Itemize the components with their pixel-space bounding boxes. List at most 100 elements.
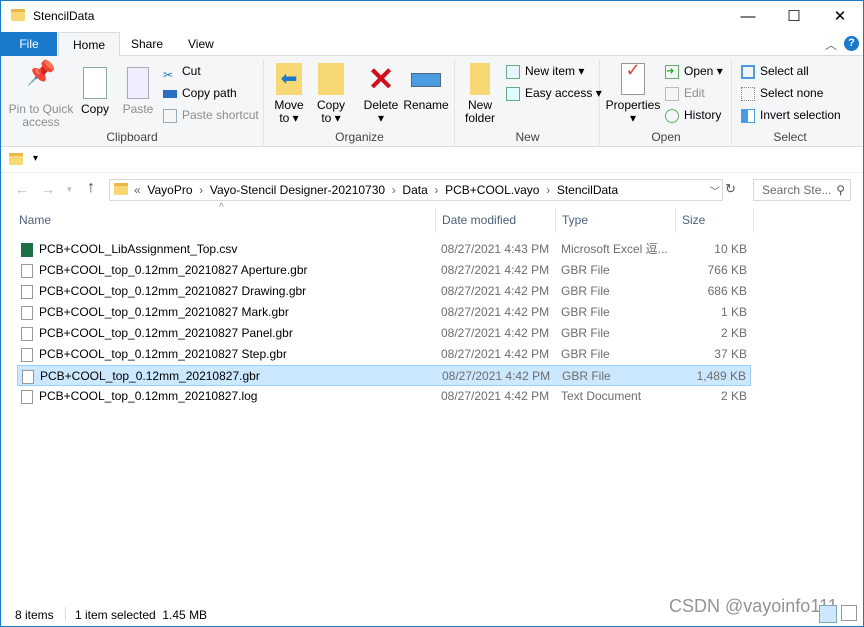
file-type: GBR File [561, 347, 610, 361]
file-row[interactable]: PCB+COOL_top_0.12mm_20210827.log 08/27/2… [17, 386, 751, 407]
breadcrumb-item[interactable]: Vayo-Stencil Designer-20210730 [210, 183, 385, 197]
copy-button[interactable]: Copy [77, 67, 113, 116]
select-none-button[interactable]: Select none [741, 83, 823, 103]
organize-group: ⬅ Move to ▾ Copy to ▾ ✕ Delete ▾ Rename O… [265, 59, 455, 147]
collapse-ribbon-icon[interactable]: ︿ [825, 36, 837, 53]
new-item-button[interactable]: New item ▾ [506, 61, 584, 81]
file-row[interactable]: PCB+COOL_top_0.12mm_20210827 Drawing.gbr… [17, 281, 751, 302]
file-name: PCB+COOL_LibAssignment_Top.csv [39, 242, 238, 256]
easy-access-button[interactable]: Easy access ▾ [506, 83, 602, 103]
paste-button[interactable]: Paste [119, 67, 157, 116]
help-icon[interactable]: ? [844, 36, 859, 51]
group-label: Clipboard [106, 130, 158, 144]
close-button[interactable]: ✕ [817, 1, 863, 32]
copy-path-icon [163, 89, 177, 98]
new-folder-button[interactable]: New folder [462, 63, 498, 125]
address-dropdown-icon[interactable]: ﹀ [710, 183, 720, 198]
invert-selection-icon [741, 108, 755, 123]
tab-share[interactable]: Share [117, 32, 177, 56]
pin-icon: 📌 [26, 60, 56, 87]
file-type: GBR File [561, 305, 610, 319]
column-name[interactable]: Name [19, 213, 51, 227]
tab-file[interactable]: File [1, 32, 57, 56]
breadcrumb-item[interactable]: StencilData [557, 183, 618, 197]
move-to-button[interactable]: ⬅ Move to ▾ [271, 63, 307, 125]
file-date: 08/27/2021 4:42 PM [441, 263, 550, 277]
rename-button[interactable]: Rename [403, 63, 449, 112]
file-type: GBR File [561, 284, 610, 298]
file-row[interactable]: PCB+COOL_top_0.12mm_20210827 Aperture.gb… [17, 260, 751, 281]
delete-button[interactable]: ✕ Delete ▾ [361, 63, 401, 125]
minimize-button[interactable]: — [725, 1, 771, 32]
new-item-icon [506, 64, 520, 79]
file-type: GBR File [561, 263, 610, 277]
watermark: CSDN @vayoinfo111 [669, 596, 838, 616]
column-date-modified[interactable]: Date modified [442, 213, 516, 227]
file-name: PCB+COOL_top_0.12mm_20210827 Aperture.gb… [39, 263, 308, 277]
file-icon [21, 285, 33, 299]
breadcrumb-item[interactable]: PCB+COOL.vayo [445, 183, 539, 197]
file-icon [21, 264, 33, 278]
properties-button[interactable]: ✓ Properties ▾ [605, 61, 661, 125]
breadcrumb-separator-icon[interactable]: › [539, 183, 556, 197]
paste-shortcut-button[interactable]: Paste shortcut [163, 105, 259, 125]
file-name: PCB+COOL_top_0.12mm_20210827 Mark.gbr [39, 305, 289, 319]
file-row[interactable]: PCB+COOL_top_0.12mm_20210827 Panel.gbr 0… [17, 323, 751, 344]
file-date: 08/27/2021 4:42 PM [442, 369, 551, 383]
copy-path-button[interactable]: Copy path [163, 83, 237, 103]
breadcrumb-separator-icon[interactable]: › [385, 183, 402, 197]
file-row[interactable]: PCB+COOL_LibAssignment_Top.csv 08/27/202… [17, 239, 751, 260]
move-to-icon: ⬅ [276, 63, 302, 95]
edit-button[interactable]: Edit [665, 83, 705, 103]
file-date: 08/27/2021 4:42 PM [441, 389, 550, 403]
details-view-button[interactable] [819, 605, 837, 623]
back-button[interactable]: ← [15, 181, 29, 197]
search-input[interactable]: Search Ste... ⚲ [753, 179, 851, 201]
tab-home[interactable]: Home [58, 32, 121, 57]
properties-icon: ✓ [621, 61, 645, 95]
status-item-count: 8 items [15, 608, 54, 622]
file-date: 08/27/2021 4:43 PM [441, 242, 550, 256]
group-label: Open [651, 130, 681, 144]
file-size: 1,489 KB [696, 369, 746, 383]
quick-access-dropdown[interactable]: ▾ [33, 153, 38, 164]
open-group: ✓ Properties ▾ ➜ Open ▾ Edit History Open [601, 59, 732, 147]
file-row[interactable]: PCB+COOL_top_0.12mm_20210827 Step.gbr 08… [17, 344, 751, 365]
delete-x-icon: ✕ [367, 61, 395, 97]
cut-button[interactable]: ✂ Cut [163, 61, 201, 82]
file-row[interactable]: PCB+COOL_top_0.12mm_20210827 Mark.gbr 08… [17, 302, 751, 323]
maximize-button[interactable]: ☐ [771, 1, 817, 32]
breadcrumb-item[interactable]: Data [402, 183, 427, 197]
up-button[interactable]: ↑ [87, 179, 95, 197]
file-type: Text Document [561, 389, 642, 403]
breadcrumb-separator-icon[interactable]: › [428, 183, 445, 197]
sort-ascending-icon: ^ [219, 202, 224, 213]
column-size[interactable]: Size [682, 213, 705, 227]
history-button[interactable]: History [665, 105, 721, 125]
file-size: 2 KB [720, 389, 747, 403]
open-button[interactable]: ➜ Open ▾ [665, 61, 723, 81]
group-label: Organize [335, 130, 384, 144]
pin-button[interactable]: 📌 Pin to Quick access [7, 60, 75, 129]
large-icons-view-button[interactable] [841, 605, 857, 621]
copy-to-button[interactable]: Copy to ▾ [313, 63, 349, 125]
breadcrumb-separator-icon[interactable]: › [193, 183, 210, 197]
file-size: 10 KB [714, 242, 747, 256]
recent-locations-dropdown[interactable]: ▾ [67, 184, 72, 195]
copy-to-icon [318, 63, 344, 95]
column-type[interactable]: Type [562, 213, 588, 227]
address-bar[interactable]: « VayoPro › Vayo-Stencil Designer-202107… [109, 179, 723, 201]
file-icon [21, 348, 33, 362]
tab-view[interactable]: View [174, 32, 228, 56]
file-icon [21, 306, 33, 320]
invert-selection-button[interactable]: Invert selection [741, 105, 841, 125]
refresh-icon[interactable]: ↻ [725, 181, 736, 197]
forward-button[interactable]: → [41, 181, 55, 197]
paste-icon [127, 67, 149, 99]
folder-icon [11, 9, 25, 21]
breadcrumb-item[interactable]: VayoPro [147, 183, 192, 197]
file-row[interactable]: PCB+COOL_top_0.12mm_20210827.gbr 08/27/2… [17, 365, 751, 386]
quick-access-folder-icon [9, 153, 23, 165]
select-all-button[interactable]: Select all [741, 61, 809, 81]
select-group: Select all Select none Invert selection … [733, 59, 847, 147]
